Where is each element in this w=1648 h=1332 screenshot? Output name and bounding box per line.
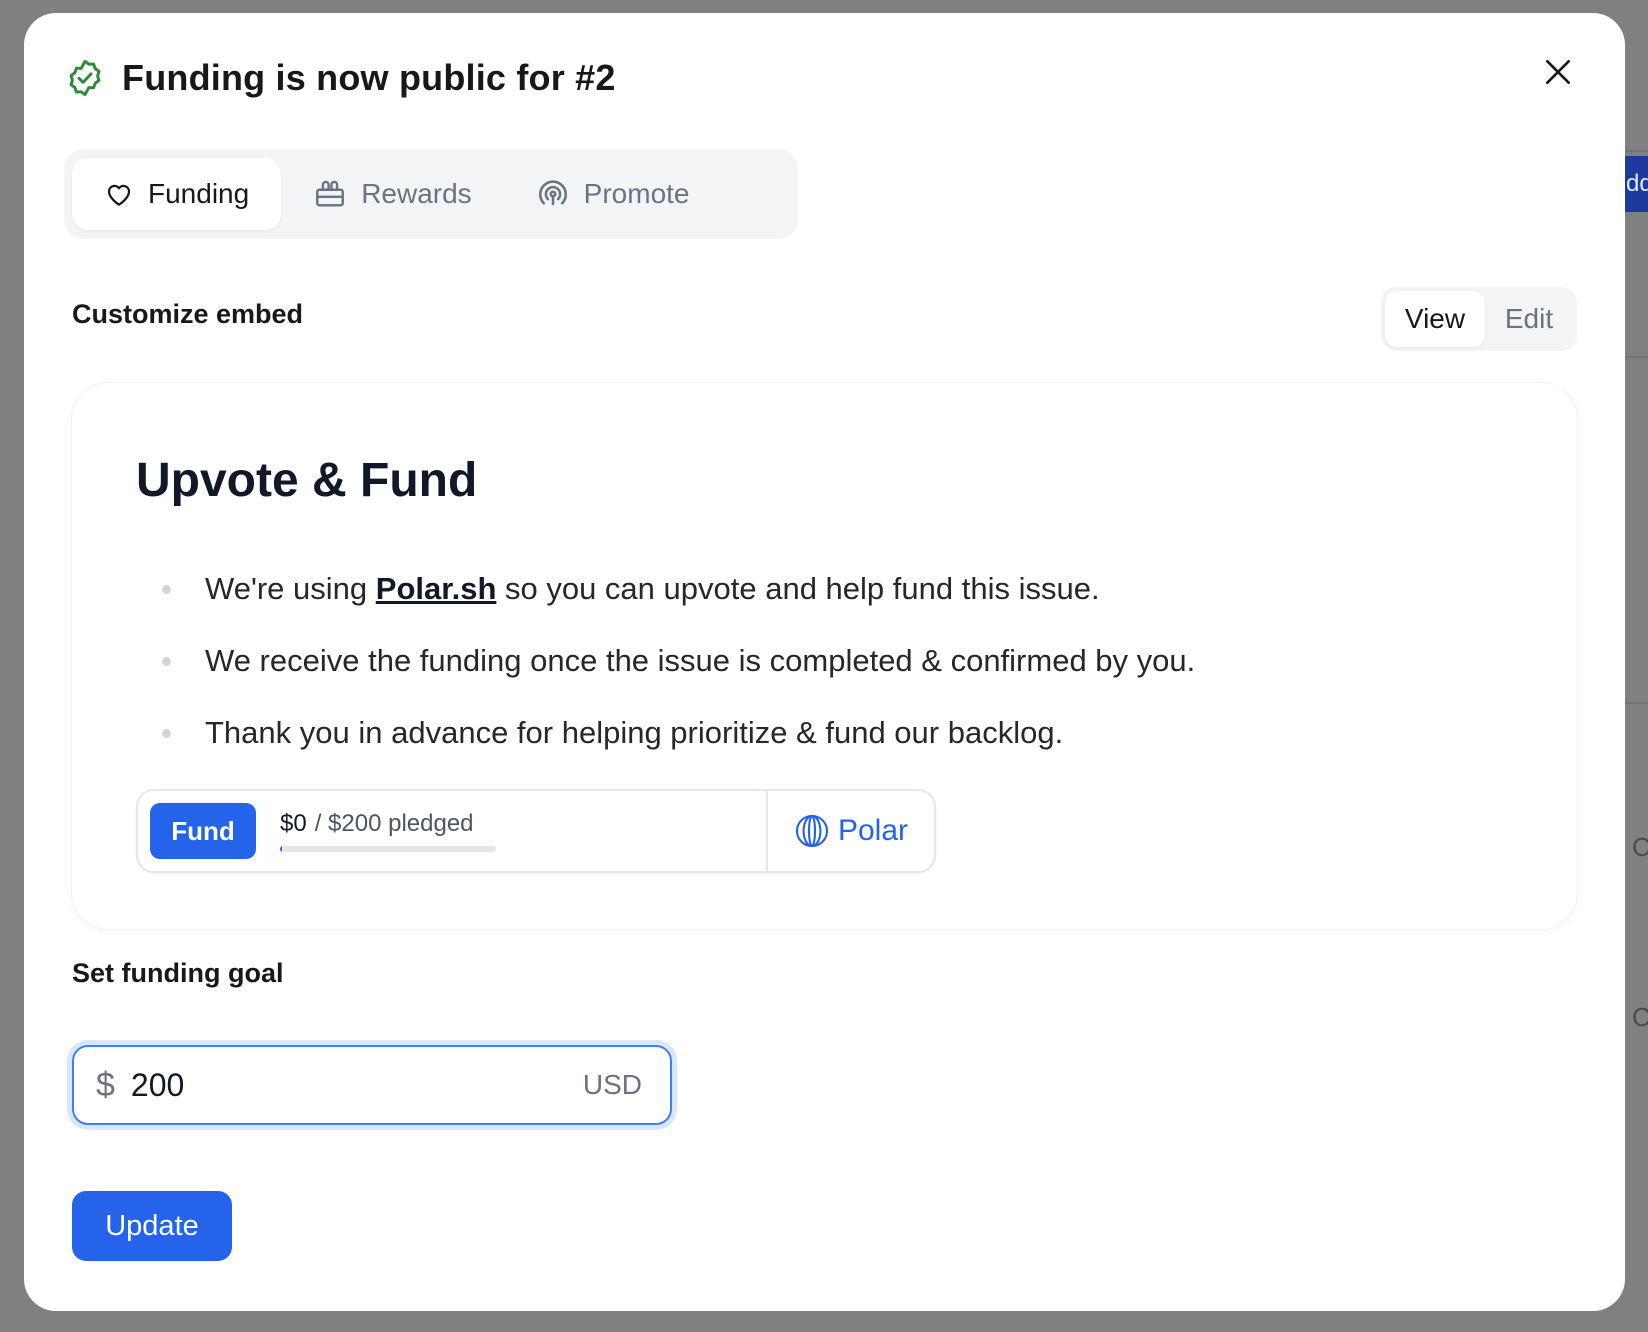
bullet-text: Thank you in advance for helping priorit…	[205, 715, 1064, 750]
list-item: Thank you in advance for helping priorit…	[162, 697, 1195, 769]
bullet-text: We're using Polar.sh so you can upvote a…	[205, 571, 1100, 606]
background-divider	[1624, 150, 1648, 152]
fund-button[interactable]: Fund	[150, 803, 256, 859]
polar-logo-icon	[795, 814, 829, 848]
bullet-dot	[162, 584, 171, 594]
funding-goal-field: $ USD	[72, 1045, 672, 1125]
background-text: C	[1632, 832, 1648, 862]
bullet-text: We receive the funding once the issue is…	[205, 643, 1196, 678]
polar-brand-link[interactable]: Polar	[768, 813, 934, 849]
view-edit-toggle: View Edit	[1381, 287, 1577, 351]
modal-header: Funding is now public for #2	[64, 53, 616, 103]
pledge-progress-fill	[280, 846, 282, 852]
polar-link[interactable]: Polar.sh	[376, 571, 497, 606]
funding-modal: Funding is now public for #2 Funding Rew…	[24, 13, 1625, 1311]
background-divider	[1624, 356, 1648, 358]
embed-preview-card: Upvote & Fund We're using Polar.sh so yo…	[72, 383, 1577, 929]
update-button[interactable]: Update	[72, 1191, 232, 1261]
background-divider	[1624, 702, 1648, 704]
modal-title: Funding is now public for #2	[122, 57, 616, 98]
gift-icon	[316, 180, 345, 207]
pledge-goal-text: / $200 pledged	[314, 810, 474, 837]
broadcast-icon	[538, 180, 567, 206]
list-item: We receive the funding once the issue is…	[162, 625, 1195, 697]
view-toggle-button[interactable]: View	[1385, 291, 1485, 347]
currency-symbol: $	[96, 1065, 115, 1104]
tab-promote[interactable]: Promote	[504, 158, 722, 230]
preview-heading: Upvote & Fund	[136, 454, 478, 507]
funding-goal-label: Set funding goal	[72, 958, 284, 988]
tab-funding[interactable]: Funding	[72, 158, 282, 230]
currency-code: USD	[582, 1069, 642, 1100]
preview-bullet-list: We're using Polar.sh so you can upvote a…	[162, 553, 1195, 769]
tab-label: Promote	[583, 178, 690, 209]
background-text: C	[1632, 1002, 1648, 1032]
bullet-dot	[162, 728, 171, 738]
close-button[interactable]	[1535, 49, 1581, 95]
check-badge-icon	[69, 59, 101, 97]
funding-goal-input[interactable]	[130, 1066, 583, 1104]
pledged-amount: $0	[280, 810, 307, 837]
pledge-progress: $0 / $200 pledged	[280, 810, 496, 852]
pledge-text: $0 / $200 pledged	[280, 810, 496, 838]
tab-rewards[interactable]: Rewards	[281, 158, 503, 230]
polar-brand-label: Polar	[837, 814, 909, 847]
pledge-progress-bar	[280, 846, 496, 852]
edit-toggle-button[interactable]: Edit	[1485, 291, 1573, 347]
tab-bar: Funding Rewards Promote	[64, 149, 798, 239]
customize-embed-heading: Customize embed	[72, 299, 304, 329]
bullet-dot	[162, 656, 171, 666]
close-icon	[1546, 60, 1570, 84]
heart-icon	[107, 184, 131, 206]
funding-badge: Fund $0 / $200 pledged Polar	[136, 789, 936, 873]
list-item: We're using Polar.sh so you can upvote a…	[162, 553, 1195, 625]
tab-label: Rewards	[361, 178, 472, 209]
tab-label: Funding	[148, 178, 250, 209]
